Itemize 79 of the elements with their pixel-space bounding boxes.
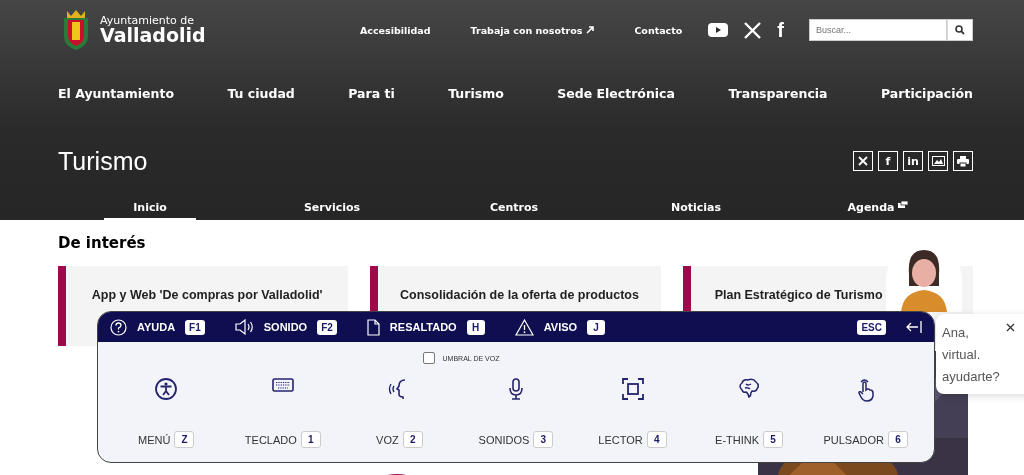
main-nav-link[interactable]: Para ti — [348, 85, 395, 101]
assistant-message: Ana, virtual. ayudarte? — [941, 324, 1001, 386]
search-icon — [955, 25, 965, 35]
image-icon — [931, 156, 945, 166]
section-tab[interactable]: Noticias — [650, 196, 742, 220]
tool-label[interactable]: MENÚ — [138, 433, 171, 446]
x-logo-icon[interactable] — [744, 21, 762, 39]
warning-icon — [514, 318, 534, 336]
main-nav-link[interactable]: Tu ciudad — [227, 85, 295, 101]
tool-label[interactable]: VOZ — [376, 433, 399, 446]
option-label: AVISO — [543, 321, 578, 333]
facebook-link[interactable]: f — [777, 18, 784, 42]
external-link-icon — [586, 26, 595, 34]
section-tab[interactable]: Centros — [468, 196, 560, 220]
section-tab[interactable]: Servicios — [286, 196, 378, 220]
logo-subtitle: Ayuntamiento de — [100, 15, 195, 26]
print-icon — [957, 155, 969, 167]
shortcut-key: 1 — [300, 431, 321, 448]
shortcut-key: Z — [174, 431, 195, 448]
section-tab[interactable]: Agenda — [832, 196, 924, 220]
tool-label[interactable]: E-THINK — [715, 433, 760, 446]
panel-option[interactable]: AYUDA F1 — [110, 318, 205, 336]
section-heading: De interés — [58, 234, 147, 252]
shortcut-key: F2 — [317, 319, 337, 335]
share-x-button[interactable] — [853, 151, 873, 171]
shortcut-key: F1 — [185, 319, 205, 335]
print-button[interactable] — [953, 151, 973, 171]
panel-option[interactable]: SONIDO F2 — [234, 319, 337, 335]
microphone-icon[interactable] — [507, 378, 524, 400]
keyboard-icon[interactable] — [271, 378, 294, 392]
video-play-icon[interactable] — [708, 23, 729, 37]
shortcut-key: 5 — [763, 431, 784, 448]
shortcut-key: 6 — [887, 431, 908, 448]
header-link[interactable]: Contacto — [634, 24, 683, 36]
option-label: AYUDA — [137, 321, 176, 333]
section-tab[interactable]: Inicio — [104, 196, 196, 220]
document-icon — [366, 318, 380, 336]
card-title: Plan Estratégico de Turismo — [714, 288, 883, 302]
tapping-hand-icon[interactable] — [855, 378, 876, 402]
tool-label[interactable]: PULSADOR — [823, 433, 884, 446]
option-label: RESALTADO — [389, 321, 457, 333]
close-key-button[interactable]: ESC — [857, 319, 886, 335]
scan-frame-icon[interactable] — [621, 378, 644, 400]
brain-icon[interactable] — [738, 378, 761, 398]
panel-option[interactable]: AVISO J — [514, 318, 606, 336]
main-nav-link[interactable]: Sede Electrónica — [557, 85, 675, 101]
header-link[interactable]: Accesibilidad — [360, 24, 431, 36]
shortcut-key: 4 — [646, 431, 667, 448]
checkbox[interactable] — [422, 352, 435, 364]
share-image-button[interactable] — [928, 151, 948, 171]
shortcut-key: 3 — [533, 431, 554, 448]
tool-label[interactable]: LECTOR — [598, 433, 643, 446]
external-link-icon — [898, 201, 909, 208]
tool-label[interactable]: TECLADO — [244, 433, 297, 446]
shortcut-key: H — [466, 319, 485, 335]
panel-option[interactable]: RESALTADO H — [366, 318, 485, 336]
x-logo-icon — [858, 156, 868, 166]
share-button[interactable]: f — [878, 151, 898, 171]
tool-label[interactable]: SONIDOS — [478, 433, 530, 446]
search-button[interactable] — [947, 19, 973, 41]
main-nav-link[interactable]: Transparencia — [728, 85, 828, 101]
logo-title: Valladolid — [100, 26, 206, 45]
collapse-arrow-icon[interactable] — [906, 321, 922, 333]
speaker-icon — [234, 319, 254, 335]
card-title: App y Web 'De compras por Valladolid' — [91, 288, 323, 302]
search-field[interactable]: Buscar... — [809, 19, 947, 41]
accessibility-person-icon[interactable] — [155, 378, 178, 400]
shortcut-key: J — [587, 319, 606, 335]
main-nav-link[interactable]: El Ayuntamiento — [58, 85, 174, 101]
card-title: Consolidación de la oferta de productos — [400, 288, 639, 302]
section-title: Turismo — [58, 146, 148, 176]
main-nav-link[interactable]: Turismo — [448, 85, 504, 101]
header-link[interactable]: Trabaja con nosotros — [470, 24, 595, 36]
close-icon[interactable] — [1006, 323, 1015, 332]
main-nav-link[interactable]: Participación — [881, 85, 973, 101]
share-button[interactable]: in — [903, 151, 923, 171]
help-icon — [110, 318, 127, 336]
shortcut-key: 2 — [402, 431, 423, 448]
option-label: SONIDO — [263, 321, 308, 333]
